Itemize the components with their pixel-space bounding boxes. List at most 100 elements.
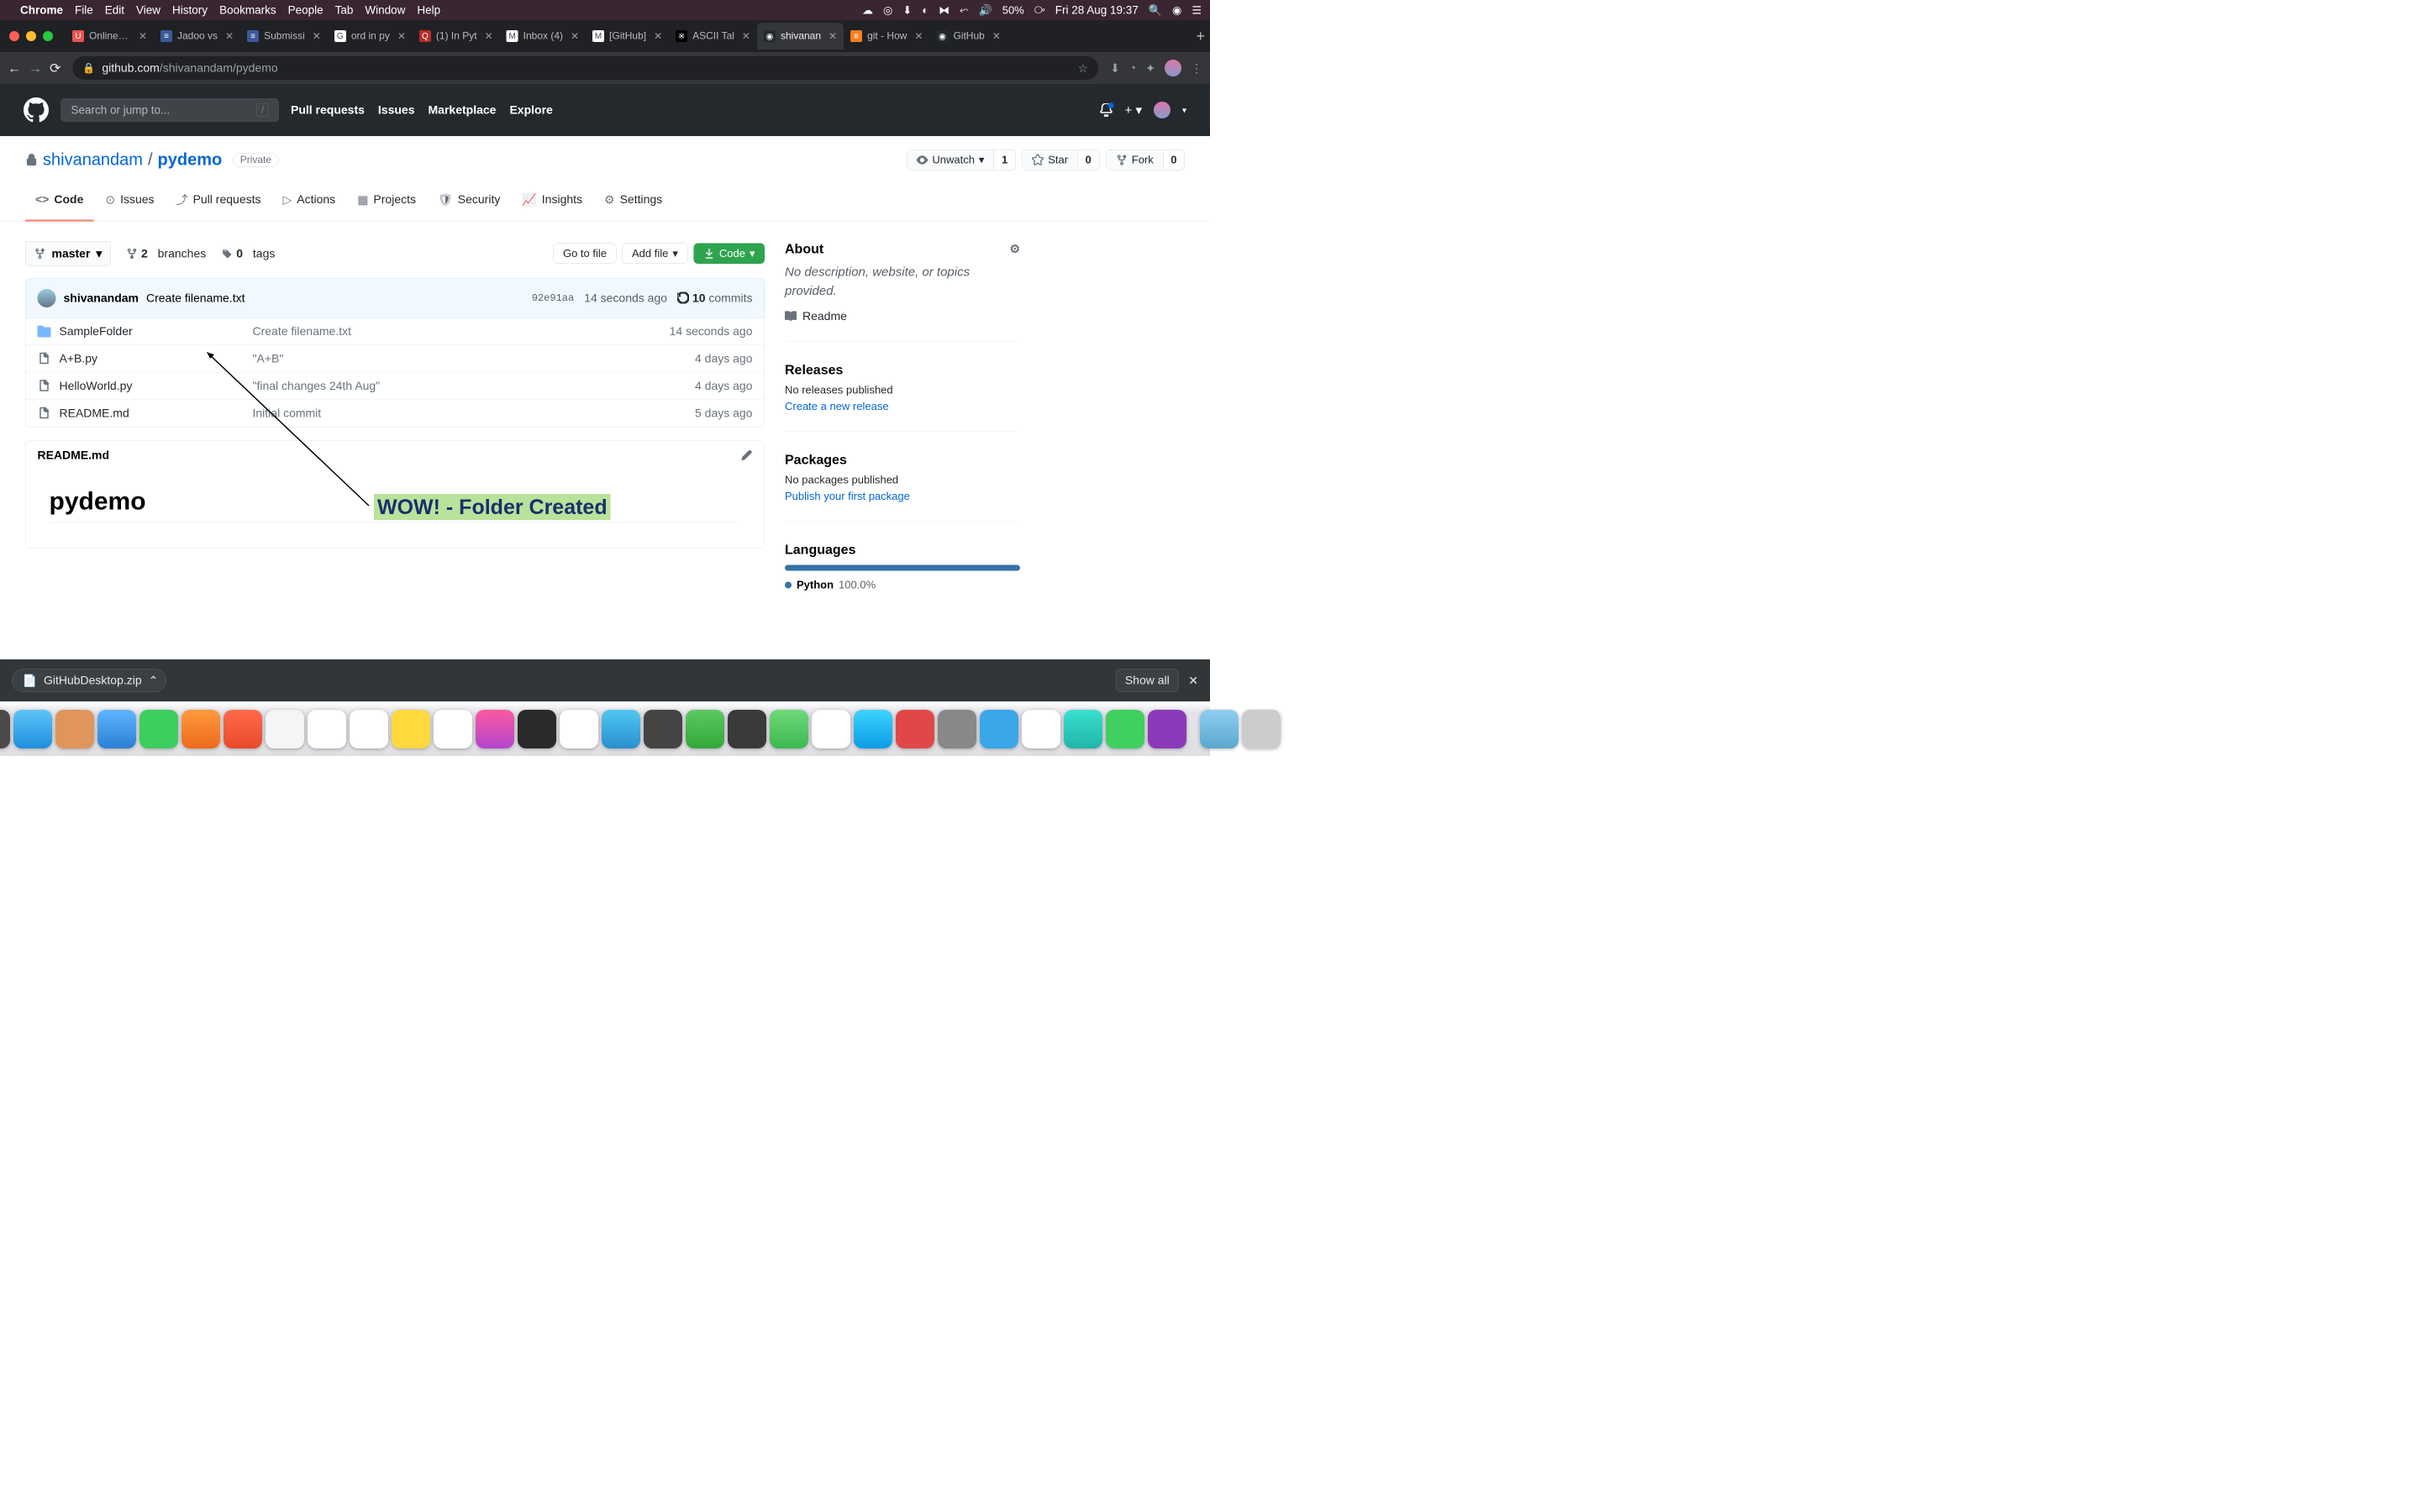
browser-tab[interactable]: ≡Jadoo vs✕ xyxy=(154,23,240,50)
tab-close-icon[interactable]: ✕ xyxy=(397,30,406,43)
readme-link[interactable]: Readme xyxy=(785,310,1020,323)
create-new-icon[interactable]: + ▾ xyxy=(1125,102,1142,118)
file-name-link[interactable]: A+B.py xyxy=(60,352,98,365)
fork-count[interactable]: 0 xyxy=(1163,150,1185,171)
profile-avatar[interactable] xyxy=(1165,60,1181,76)
repo-tab-actions[interactable]: ▷Actions xyxy=(273,186,346,222)
new-tab-button[interactable]: + xyxy=(1196,28,1205,45)
maximize-window-button[interactable] xyxy=(43,31,53,41)
dock-safari-icon[interactable] xyxy=(13,710,52,748)
spotlight-icon[interactable]: 🔍 xyxy=(1149,3,1162,17)
tab-close-icon[interactable]: ✕ xyxy=(829,30,837,43)
tab-close-icon[interactable]: ✕ xyxy=(485,30,493,43)
siri-icon[interactable]: ◉ xyxy=(1172,3,1181,17)
notifications-icon[interactable] xyxy=(1100,103,1113,117)
commit-author-avatar[interactable] xyxy=(38,289,56,307)
download-icon[interactable]: ⬇ xyxy=(902,3,912,17)
menu-help[interactable]: Help xyxy=(417,3,440,17)
watch-button[interactable]: Unwatch ▾ xyxy=(907,150,994,171)
control-center-icon[interactable]: ☰ xyxy=(1192,3,1202,17)
browser-tab[interactable]: Gord in py✕ xyxy=(328,23,413,50)
dock-app-icon[interactable] xyxy=(266,710,304,748)
repo-name-link[interactable]: pydemo xyxy=(158,150,223,170)
github-logo-icon[interactable] xyxy=(24,97,49,123)
dock-app-icon[interactable] xyxy=(224,710,262,748)
commit-message[interactable]: Create filename.txt xyxy=(146,291,245,305)
repo-owner-link[interactable]: shivanandam xyxy=(43,150,143,170)
go-to-file-button[interactable]: Go to file xyxy=(553,244,616,265)
nav-explore[interactable]: Explore xyxy=(509,103,552,117)
browser-tab[interactable]: ◉GitHub✕ xyxy=(929,23,1007,50)
edit-readme-icon[interactable] xyxy=(741,449,753,461)
forward-button[interactable]: → xyxy=(29,60,42,76)
dock-launchpad-icon[interactable] xyxy=(0,710,10,748)
menu-history[interactable]: History xyxy=(172,3,208,17)
extension-icon[interactable]: ◔ xyxy=(1129,61,1136,75)
user-menu-caret-icon[interactable]: ▾ xyxy=(1182,105,1186,116)
dock-music-icon[interactable] xyxy=(476,710,514,748)
repo-tab-projects[interactable]: ▦Projects xyxy=(347,186,426,222)
dock-mail-icon[interactable] xyxy=(97,710,136,748)
dock-app-icon[interactable] xyxy=(896,710,934,748)
close-window-button[interactable] xyxy=(9,31,19,41)
dock-app-icon[interactable] xyxy=(1022,710,1060,748)
dock-app-icon[interactable] xyxy=(560,710,598,748)
browser-tab[interactable]: ≡git - How✕ xyxy=(844,23,929,50)
commit-author[interactable]: shivanandam xyxy=(64,291,139,305)
file-name-link[interactable]: HelloWorld.py xyxy=(60,380,133,393)
menu-people[interactable]: People xyxy=(288,3,324,17)
repo-tab-security[interactable]: 🛡Security xyxy=(428,186,510,222)
menu-bookmarks[interactable]: Bookmarks xyxy=(219,3,276,17)
dock-whatsapp-icon[interactable] xyxy=(1106,710,1144,748)
bookmark-star-icon[interactable]: ☆ xyxy=(1078,61,1089,76)
chrome-menu-icon[interactable]: ⋮ xyxy=(1191,61,1202,76)
bluetooth-icon[interactable]: ⧓ xyxy=(939,3,950,17)
dock-reminders-icon[interactable] xyxy=(350,710,388,748)
extensions-puzzle-icon[interactable]: ✦ xyxy=(1145,61,1155,76)
browser-tab[interactable]: ◉shivanan✕ xyxy=(757,23,844,50)
file-name-link[interactable]: README.md xyxy=(60,407,129,420)
dock-facetime-icon[interactable] xyxy=(686,710,724,748)
file-commit-msg[interactable]: Initial commit xyxy=(253,407,696,420)
menu-file[interactable]: File xyxy=(75,3,93,17)
branch-select-button[interactable]: master ▾ xyxy=(25,241,111,266)
create-release-link[interactable]: Create a new release xyxy=(785,400,1020,413)
tab-close-icon[interactable]: ✕ xyxy=(139,30,147,43)
back-button[interactable]: ← xyxy=(8,60,21,76)
close-download-bar-icon[interactable]: ✕ xyxy=(1188,674,1198,688)
repo-tab-insights[interactable]: 📈Insights xyxy=(512,186,592,222)
dock-twitter-icon[interactable] xyxy=(980,710,1018,748)
repo-tab-settings[interactable]: ⚙Settings xyxy=(594,186,672,222)
about-settings-icon[interactable]: ⚙ xyxy=(1009,242,1020,256)
browser-tab[interactable]: ※ASCII Tal✕ xyxy=(669,23,757,50)
dock-appstore-icon[interactable] xyxy=(854,710,892,748)
dock-tv-icon[interactable] xyxy=(518,710,556,748)
nav-pull-requests[interactable]: Pull requests xyxy=(291,103,365,117)
file-commit-msg[interactable]: "final changes 24th Aug" xyxy=(253,380,696,393)
menu-view[interactable]: View xyxy=(136,3,160,17)
battery-icon[interactable]: ⧂ xyxy=(1034,3,1045,17)
dock-notes-icon[interactable] xyxy=(392,710,430,748)
tab-close-icon[interactable]: ✕ xyxy=(225,30,234,43)
menu-tab[interactable]: Tab xyxy=(335,3,354,17)
dock-messages-icon[interactable] xyxy=(139,710,178,748)
reload-button[interactable]: ⟳ xyxy=(50,60,60,76)
dock-app-icon[interactable] xyxy=(1064,710,1102,748)
repo-tab-code[interactable]: <>Code xyxy=(25,186,93,222)
file-commit-msg[interactable]: "A+B" xyxy=(253,352,696,365)
browser-tab[interactable]: ≡Submissi✕ xyxy=(240,23,328,50)
download-item[interactable]: 📄 GitHubDesktop.zip ⌃ xyxy=(12,669,166,692)
dock-terminal-icon[interactable] xyxy=(644,710,682,748)
download-button[interactable]: ⬇ xyxy=(1110,61,1120,76)
tags-link[interactable]: 0 tags xyxy=(221,247,275,260)
nav-issues[interactable]: Issues xyxy=(378,103,415,117)
code-download-button[interactable]: Code ▾ xyxy=(693,244,765,265)
repo-tab-pull-requests[interactable]: ⤴Pull requests xyxy=(166,186,271,222)
dock-app-icon[interactable] xyxy=(770,710,808,748)
readme-filename[interactable]: README.md xyxy=(38,449,110,462)
dock-onenote-icon[interactable] xyxy=(1148,710,1186,748)
minimize-window-button[interactable] xyxy=(26,31,36,41)
browser-tab[interactable]: M[GitHub]✕ xyxy=(586,23,669,50)
cloud-icon[interactable]: ☁ xyxy=(862,3,873,17)
dock-trash-icon[interactable] xyxy=(1242,710,1281,748)
